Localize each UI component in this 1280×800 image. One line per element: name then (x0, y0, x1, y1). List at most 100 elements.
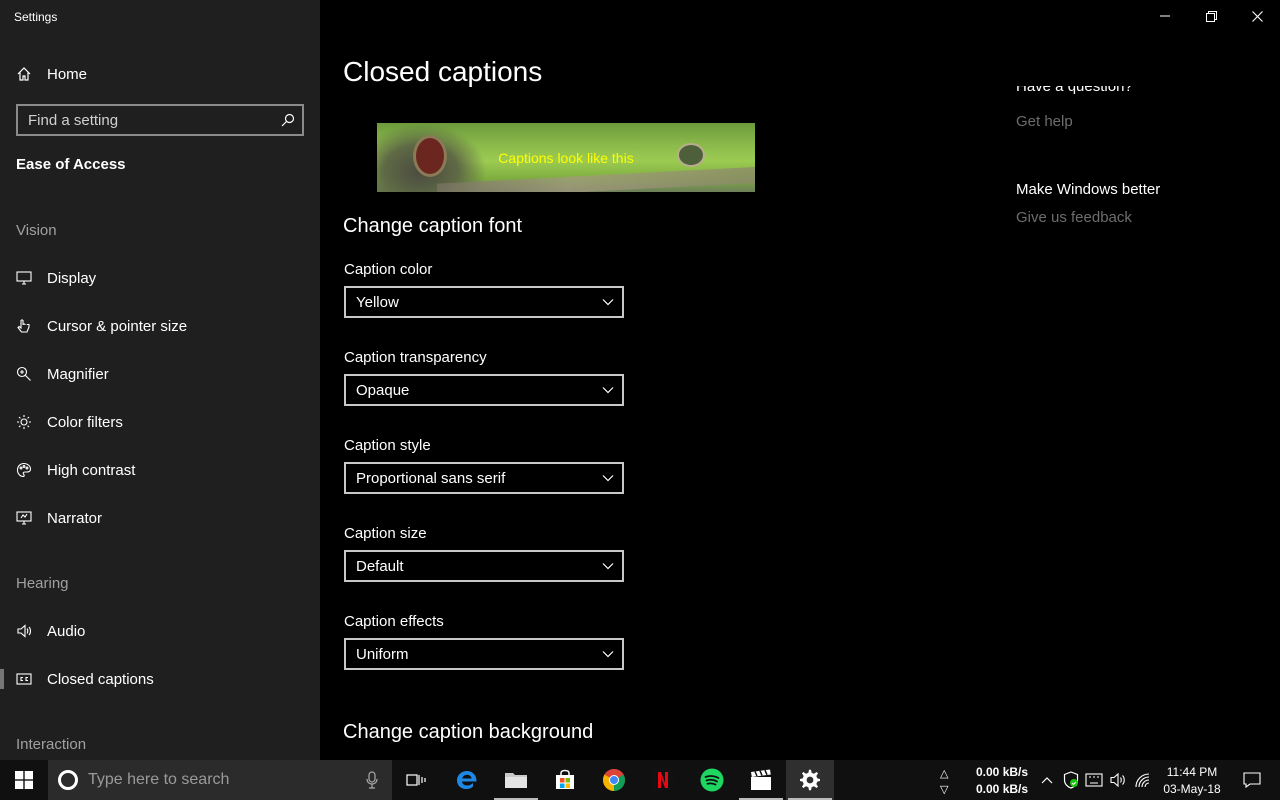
sidebar-item-audio[interactable]: Audio (0, 611, 320, 651)
caption-color-value: Yellow (356, 293, 399, 311)
movies-tv-app[interactable] (737, 760, 785, 800)
task-view-button[interactable] (392, 760, 440, 800)
color-filters-icon (16, 412, 36, 432)
store-app[interactable] (541, 760, 589, 800)
caption-effects-label: Caption effects (344, 613, 444, 630)
edge-app[interactable] (443, 760, 491, 800)
sidebar-item-narrator[interactable]: Narrator (0, 498, 320, 538)
close-button[interactable] (1234, 0, 1280, 32)
caption-effects-dropdown[interactable]: Uniform (344, 638, 624, 670)
start-button[interactable] (0, 760, 48, 800)
sidebar-item-label: Audio (47, 622, 86, 640)
sidebar-item-label: Narrator (47, 509, 103, 527)
give-feedback-link[interactable]: Give us feedback (1016, 209, 1132, 226)
sidebar-item-label: Cursor & pointer size (47, 317, 188, 335)
chevron-down-icon (602, 474, 614, 482)
clock[interactable]: 11:44 PM 03-May-18 (1158, 764, 1226, 798)
group-label-hearing: Hearing (16, 575, 69, 592)
minimize-icon (1160, 15, 1170, 17)
sidebar-item-color-filters[interactable]: Color filters (0, 402, 320, 442)
input-indicator-button[interactable] (1083, 770, 1105, 790)
clock-time: 11:44 PM (1166, 765, 1218, 779)
upload-speed: 0.00 kB/s (976, 765, 1029, 779)
narrator-icon (16, 508, 36, 528)
make-windows-better-heading: Make Windows better (1016, 181, 1161, 198)
settings-app[interactable] (786, 760, 834, 800)
chevron-down-icon (602, 650, 614, 658)
audio-icon (16, 621, 36, 641)
group-label-vision: Vision (16, 222, 57, 239)
sidebar-item-closed-captions[interactable]: Closed captions (0, 659, 320, 699)
home-icon (16, 66, 36, 82)
caption-color-dropdown[interactable]: Yellow (344, 286, 624, 318)
high-contrast-icon (16, 460, 36, 480)
network-speed: 0.00 kB/s 0.00 kB/s (976, 764, 1028, 798)
download-speed: 0.00 kB/s (976, 782, 1029, 796)
close-icon (1251, 10, 1263, 22)
chevron-up-icon (1041, 777, 1053, 784)
cortana-icon (58, 770, 78, 790)
get-help-link[interactable]: Get help (1016, 113, 1073, 130)
netflix-app[interactable] (639, 760, 687, 800)
caption-size-dropdown[interactable]: Default (344, 550, 624, 582)
taskbar-search[interactable] (48, 760, 392, 800)
cursor-icon (16, 316, 36, 336)
shield-icon (1063, 771, 1079, 789)
preview-caption-text: Captions look like this (498, 150, 634, 166)
question-heading: Have a question? (1016, 86, 1133, 95)
volume-button[interactable] (1107, 770, 1129, 790)
network-button[interactable] (1132, 770, 1154, 790)
sidebar-item-label: Display (47, 269, 97, 287)
search-icon[interactable] (274, 113, 302, 127)
caption-transparency-dropdown[interactable]: Opaque (344, 374, 624, 406)
display-icon (16, 268, 36, 288)
app-title: Settings (14, 10, 58, 24)
background-section-title: Change caption background (343, 721, 594, 743)
chevron-down-icon (602, 386, 614, 394)
task-view-icon (406, 774, 426, 786)
sidebar-item-cursor-pointer-size[interactable]: Cursor & pointer size (0, 306, 320, 346)
font-section-title: Change caption font (343, 215, 523, 237)
clock-date: 03-May-18 (1163, 782, 1221, 796)
sidebar-item-high-contrast[interactable]: High contrast (0, 450, 320, 490)
restore-icon (1205, 10, 1217, 22)
network-arrows: △ ▽ (940, 768, 949, 796)
caption-color-label: Caption color (344, 261, 433, 278)
restore-button[interactable] (1188, 0, 1234, 32)
find-setting-box[interactable] (16, 104, 304, 136)
action-center-button[interactable] (1232, 760, 1272, 800)
home-link[interactable]: Home (16, 62, 87, 86)
notification-icon (1243, 772, 1261, 788)
folder-icon (505, 773, 527, 788)
sidebar-item-magnifier[interactable]: Magnifier (0, 354, 320, 394)
windows-logo-icon (15, 771, 33, 789)
sidebar-item-display[interactable]: Display (0, 258, 320, 298)
sidebar-item-label: Closed captions (47, 670, 154, 688)
chrome-icon (603, 769, 625, 791)
clapperboard-icon (751, 769, 771, 790)
taskbar-search-input[interactable] (88, 771, 352, 789)
sidebar-item-label: High contrast (47, 461, 136, 479)
chevron-down-icon (602, 562, 614, 570)
taskbar: △▽ 0.00 kB/s 0.00 kB/s 11:44 PM 03-May-1… (0, 760, 1280, 800)
sidebar-item-label: Color filters (47, 413, 123, 431)
caption-transparency-label: Caption transparency (344, 349, 487, 366)
caption-style-dropdown[interactable]: Proportional sans serif (344, 462, 624, 494)
magnifier-icon (16, 364, 36, 384)
home-label: Home (47, 65, 88, 83)
caption-style-value: Proportional sans serif (356, 469, 506, 487)
security-tray-button[interactable] (1060, 770, 1082, 790)
caption-effects-value: Uniform (356, 645, 409, 663)
caption-style-label: Caption style (344, 437, 431, 454)
show-hidden-icons-button[interactable] (1036, 770, 1058, 790)
keyboard-icon (1085, 773, 1103, 787)
chrome-app[interactable] (590, 760, 638, 800)
minimize-button[interactable] (1142, 0, 1188, 32)
spotify-app[interactable] (688, 760, 736, 800)
file-explorer-app[interactable] (492, 760, 540, 800)
microphone-icon[interactable] (352, 771, 392, 789)
find-setting-input[interactable] (18, 106, 274, 134)
chevron-down-icon (602, 298, 614, 306)
caption-size-label: Caption size (344, 525, 427, 542)
closed-captions-icon (16, 669, 36, 689)
